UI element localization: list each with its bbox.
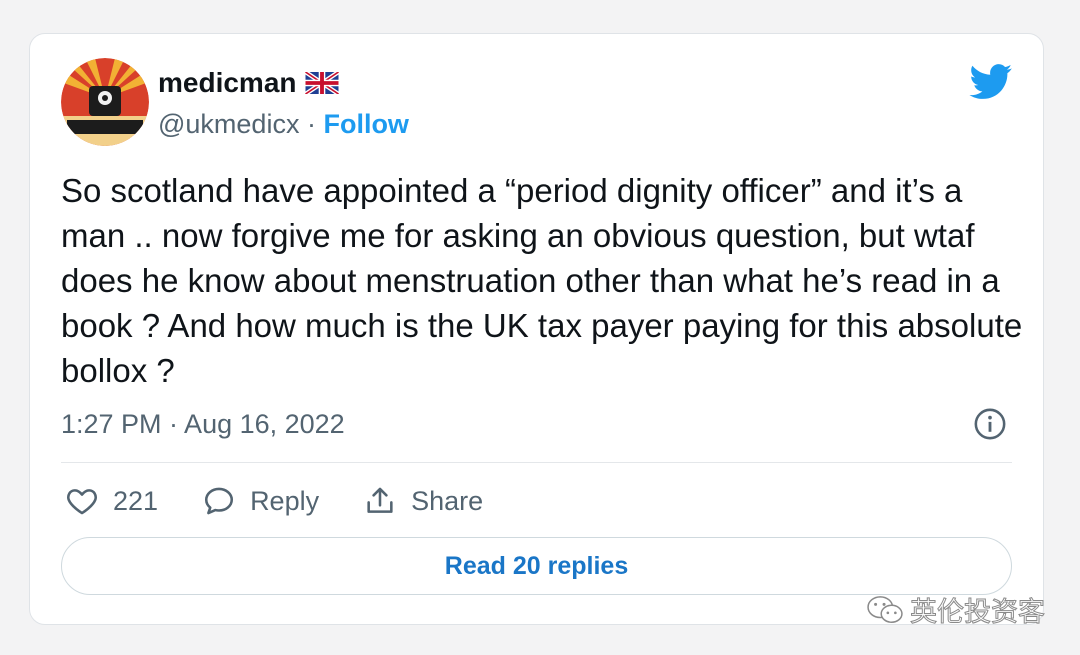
like-count: 221: [113, 485, 159, 516]
info-icon[interactable]: [973, 407, 1007, 441]
watermark-text: 英伦投资客: [910, 597, 1046, 629]
handle-row: @ukmedicx · Follow: [158, 107, 409, 141]
reply-label: Reply: [250, 485, 320, 516]
watermark: 英伦投资客: [866, 590, 1046, 629]
heart-icon: [67, 489, 97, 515]
handle-separator: ·: [299, 109, 324, 139]
wechat-icon: [867, 595, 903, 623]
share-button[interactable]: Share: [363, 484, 483, 518]
tweet-timestamp[interactable]: 1:27 PM · Aug 16, 2022: [61, 407, 345, 441]
author-name-row: medicman: [158, 66, 339, 100]
follow-button[interactable]: Follow: [323, 109, 408, 139]
share-upload-icon: [367, 487, 393, 513]
share-label: Share: [411, 485, 484, 516]
uk-flag-icon: [304, 72, 339, 94]
divider: [61, 462, 1012, 463]
read-replies-button[interactable]: Read 20 replies: [61, 537, 1012, 595]
reply-button[interactable]: Reply: [202, 484, 319, 518]
avatar[interactable]: [61, 58, 149, 146]
tweet-text: So scotland have appointed a “period dig…: [61, 172, 1023, 389]
like-button[interactable]: 221: [65, 484, 158, 518]
speech-bubble-icon: [205, 487, 234, 515]
tweet-card: medicman @ukmedicx · Follow So scotland …: [29, 33, 1044, 625]
action-bar: 221 Reply Share: [65, 481, 527, 521]
handle[interactable]: @ukmedicx: [158, 109, 299, 139]
display-name[interactable]: medicman: [158, 66, 297, 100]
twitter-bird-icon[interactable]: [969, 64, 1013, 100]
avatar-image: [61, 58, 149, 146]
